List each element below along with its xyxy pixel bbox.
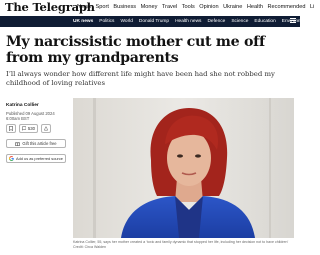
nav-item-money[interactable]: Money (141, 4, 158, 10)
comment-icon (22, 126, 27, 131)
nav-item-tools[interactable]: Tools (182, 4, 195, 10)
share-button[interactable] (41, 124, 51, 133)
published-time: 6:00am BST (6, 116, 30, 122)
article-headline: My narcissistic mother cut me off from m… (6, 34, 265, 66)
gift-icon (15, 142, 21, 146)
photo-caption: Katrina Collier, 55, says her mother cre… (73, 240, 289, 249)
subnav-item-world[interactable]: World (120, 19, 132, 24)
bookmark-button[interactable] (6, 124, 16, 133)
article-actions: 530 (6, 124, 51, 133)
nav-item-recommended[interactable]: Recommended (268, 4, 306, 10)
subnav-item-politics[interactable]: Politics (99, 19, 114, 24)
menu-icon[interactable] (290, 18, 296, 24)
subnav-item-health-news[interactable]: Health news (175, 19, 201, 24)
nav-item-news[interactable]: News (77, 4, 91, 10)
comments-count: 530 (27, 126, 35, 131)
subnav-item-uk-news[interactable]: UK news (73, 19, 93, 24)
sub-nav: UK news Politics World Donald Trump Heal… (0, 16, 309, 27)
gift-article-button[interactable]: Gift this article free (6, 139, 66, 148)
nav-item-overflow[interactable]: Li (310, 4, 318, 10)
author-name[interactable]: Katrina Collier (6, 103, 39, 108)
subnav-item-donald-trump[interactable]: Donald Trump (139, 19, 169, 24)
nav-item-business[interactable]: Business (113, 4, 136, 10)
nav-item-opinion[interactable]: Opinion (199, 4, 218, 10)
article-photo (73, 98, 294, 238)
portrait-image (73, 98, 294, 238)
nav-item-sport[interactable]: Sport (96, 4, 109, 10)
article-standfirst: I’ll always wonder how different life mi… (6, 70, 275, 87)
preferred-source-button[interactable]: Add us as preferred source (6, 154, 66, 163)
nav-item-travel[interactable]: Travel (162, 4, 177, 10)
subnav-item-defence[interactable]: Defence (207, 19, 225, 24)
gift-article-label: Gift this article free (22, 141, 57, 146)
google-icon (9, 156, 14, 161)
top-bar: The Telegraph News Sport Business Money … (0, 0, 314, 16)
bookmark-icon (9, 126, 13, 131)
comments-button[interactable]: 530 (19, 124, 38, 133)
share-icon (44, 126, 48, 131)
nav-item-ukraine[interactable]: Ukraine (223, 4, 242, 10)
nav-item-health[interactable]: Health (247, 4, 263, 10)
subnav-item-science[interactable]: Science (231, 19, 248, 24)
main-nav: News Sport Business Money Travel Tools O… (77, 4, 318, 10)
subnav-item-education[interactable]: Education (254, 19, 275, 24)
preferred-source-label: Add us as preferred source (16, 156, 63, 161)
publish-info: Published 09 August 2024 6:00am BST (6, 111, 55, 122)
